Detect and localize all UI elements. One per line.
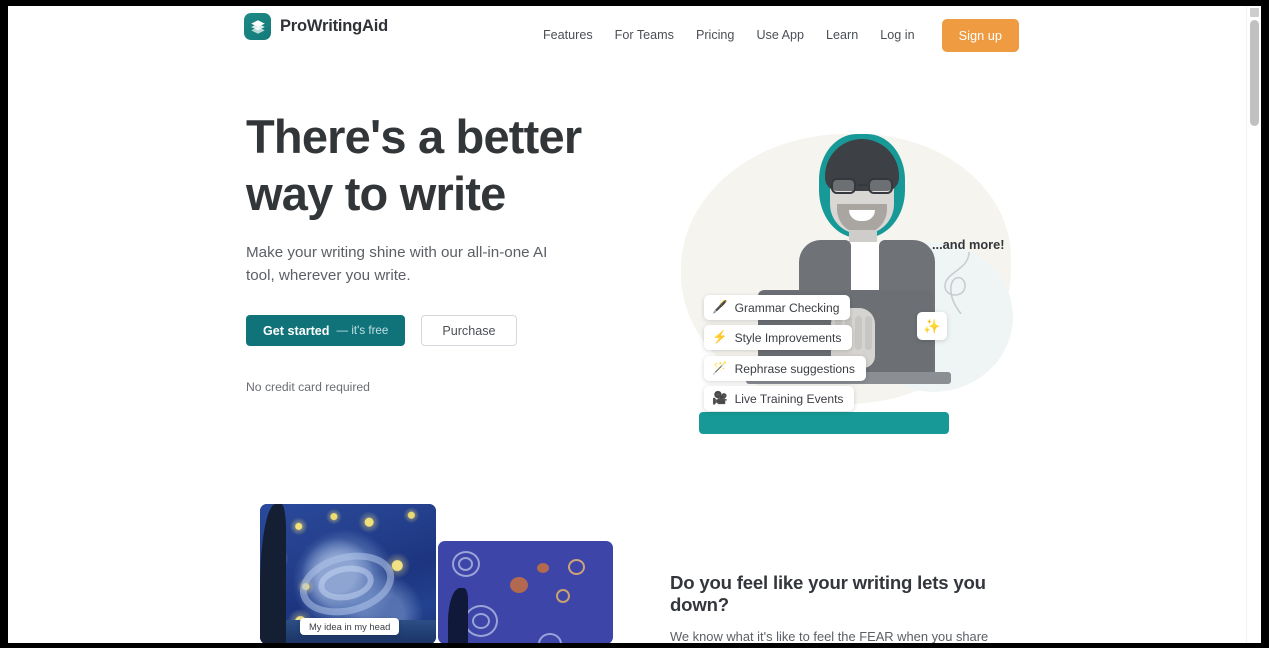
section2-copy: Do you feel like your writing lets you d… [670, 572, 1022, 643]
feature-chip-label: Live Training Events [734, 391, 844, 406]
browser-viewport: ProWritingAid Features For Teams Pricing… [8, 6, 1261, 643]
teal-base-bar [699, 412, 949, 434]
nav-item-learn[interactable]: Learn [815, 22, 869, 48]
lightning-bolt-icon: ⚡ [712, 330, 728, 345]
orange-blob-2 [537, 563, 549, 573]
magic-wand-icon: 🪄 [712, 361, 728, 376]
scrollbar-thumb[interactable] [1250, 20, 1259, 126]
feature-chip-style-improvements: ⚡ Style Improvements [704, 325, 853, 350]
spiral-outline-1-inner [458, 557, 473, 571]
and-more-annotation: ...and more! [932, 237, 1005, 252]
annotation-curve-icon [944, 252, 970, 314]
page-title: There's a better way to write [246, 108, 606, 222]
fountain-pen-icon: 🖋️ [712, 300, 728, 315]
hero-cta-group: Get started — it's free Purchase [246, 315, 606, 346]
vertical-scrollbar[interactable] [1246, 6, 1261, 643]
hero-copy: There's a better way to write Make your … [246, 108, 606, 394]
get-started-sublabel: — it's free [336, 324, 389, 337]
film-camera-icon: 🎥 [712, 391, 728, 406]
sign-up-button[interactable]: Sign up [941, 18, 1019, 52]
feature-chip-label: Style Improvements [734, 330, 842, 345]
flat-cypress-tree [448, 588, 468, 643]
feature-chip-label: Rephrase suggestions [734, 361, 855, 376]
spiral-outline-4 [568, 559, 585, 575]
get-started-label: Get started [263, 323, 330, 338]
hero-title-line-2: way to write [246, 167, 506, 220]
orange-blob-1 [510, 577, 528, 593]
main-nav: Features For Teams Pricing Use App Learn… [532, 6, 1019, 64]
get-started-button[interactable]: Get started — it's free [246, 315, 406, 346]
webpage: ProWritingAid Features For Teams Pricing… [8, 6, 1246, 643]
window-right-border [1261, 0, 1269, 648]
glasses-icon [830, 178, 894, 194]
feature-chip-label: Grammar Checking [734, 300, 840, 315]
window-bottom-border [0, 643, 1269, 648]
writing-lets-you-down-section: My idea in my head Do you feel like your… [8, 484, 1246, 643]
brand-name: ProWritingAid [280, 17, 389, 35]
scrollbar-up-button-icon[interactable] [1250, 8, 1259, 17]
browser-frame: ProWritingAid Features For Teams Pricing… [0, 0, 1269, 648]
idea-in-my-head-label: My idea in my head [300, 618, 400, 635]
section2-body: We know what it's like to feel the FEAR … [670, 629, 989, 643]
starry-night-comparison-illustration: My idea in my head [253, 504, 613, 643]
window-left-border [0, 0, 8, 648]
purchase-button[interactable]: Purchase [421, 315, 517, 346]
feature-chip-rephrase-suggestions: 🪄 Rephrase suggestions [704, 356, 866, 381]
section2-title: Do you feel like your writing lets you d… [670, 572, 986, 615]
spiral-outline-3 [538, 633, 562, 643]
feature-chip-live-training-events: 🎥 Live Training Events [704, 386, 855, 411]
nav-item-for-teams[interactable]: For Teams [604, 22, 685, 48]
nav-item-features[interactable]: Features [532, 22, 604, 48]
spiral-outline-5 [556, 589, 570, 603]
hero-section: There's a better way to write Make your … [8, 64, 1246, 484]
sparkles-icon: ✨ [917, 312, 947, 340]
nav-item-pricing[interactable]: Pricing [685, 22, 746, 48]
brand-logo-link[interactable]: ProWritingAid [244, 13, 388, 40]
prowritingaid-book-logo-icon [244, 13, 271, 40]
no-credit-card-note: No credit card required [246, 380, 370, 394]
feature-chip-grammar-checking: 🖋️ Grammar Checking [704, 295, 851, 320]
nav-item-use-app[interactable]: Use App [745, 22, 815, 48]
site-header: ProWritingAid Features For Teams Pricing… [8, 6, 1246, 64]
spiral-outline-2-inner [472, 613, 490, 629]
flat-drawing-panel [438, 541, 613, 643]
hero-subtitle: Make your writing shine with our all-in-… [246, 244, 548, 284]
hero-title-line-1: There's a better [246, 110, 582, 163]
nav-item-log-in[interactable]: Log in [869, 22, 925, 48]
hero-illustration: 🖋️ Grammar Checking ⚡ Style Improvements… [663, 112, 1063, 452]
